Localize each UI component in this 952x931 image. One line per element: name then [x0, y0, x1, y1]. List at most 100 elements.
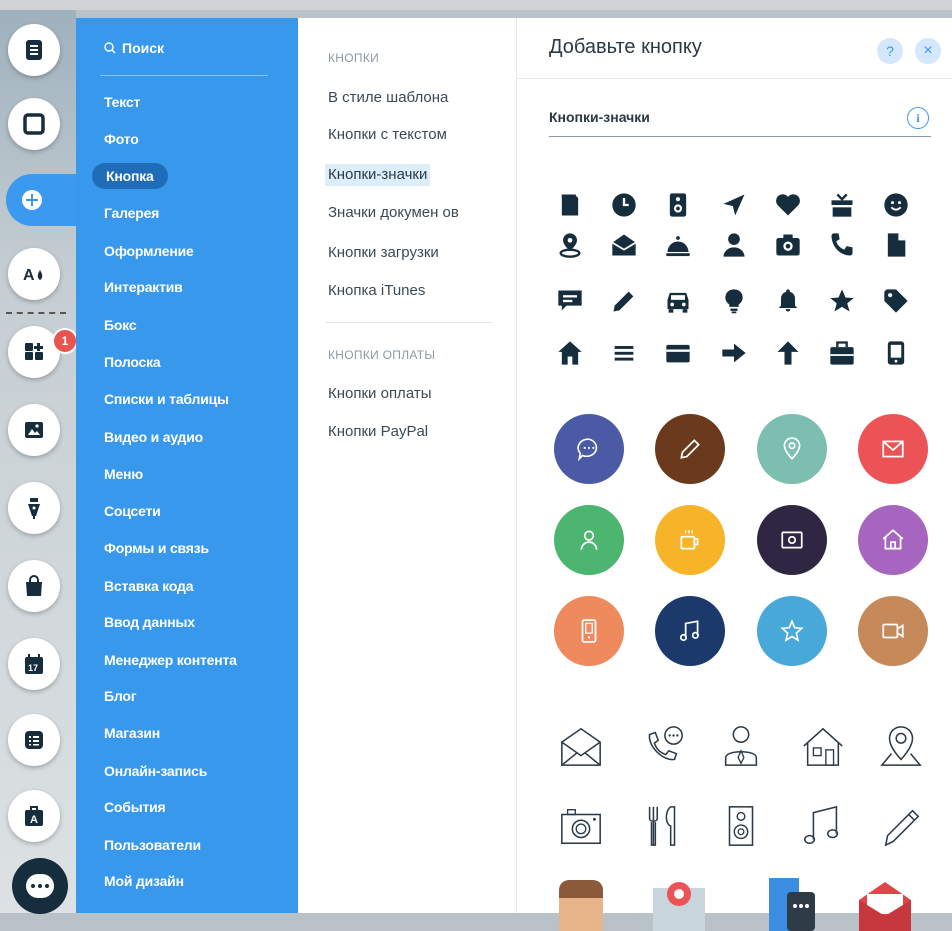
- camera-icon[interactable]: [773, 230, 803, 260]
- category-members[interactable]: Пользователи: [104, 835, 201, 855]
- submenu-item-text-buttons[interactable]: Кнопки с текстом: [328, 125, 447, 145]
- category-my-design[interactable]: Мой дизайн: [104, 871, 184, 891]
- home-icon[interactable]: [555, 338, 585, 368]
- help-button[interactable]: ?: [877, 38, 903, 64]
- cloche-icon[interactable]: [663, 230, 693, 260]
- smiley-icon[interactable]: [881, 190, 911, 220]
- category-events[interactable]: События: [104, 797, 166, 817]
- star-icon[interactable]: [827, 286, 857, 316]
- bell-icon[interactable]: [773, 286, 803, 316]
- mail-image-icon[interactable]: [859, 876, 911, 931]
- circle-chat-button[interactable]: [554, 414, 624, 484]
- lightbulb-icon[interactable]: [719, 286, 749, 316]
- category-button-selected[interactable]: Кнопка: [92, 163, 168, 189]
- apps-button[interactable]: [8, 326, 60, 378]
- submenu-item-icon-buttons[interactable]: Кнопки-значки: [325, 164, 431, 186]
- user-icon[interactable]: [719, 230, 749, 260]
- circle-phone-button[interactable]: [554, 596, 624, 666]
- chat-window-image-icon[interactable]: [763, 876, 815, 931]
- user-tie-icon[interactable]: [715, 720, 767, 772]
- briefcase-icon[interactable]: [827, 338, 857, 368]
- pencil-line-icon[interactable]: [875, 800, 927, 852]
- category-lists[interactable]: Списки и таблицы: [104, 389, 229, 409]
- category-strip[interactable]: Полоска: [104, 352, 161, 372]
- submenu-item-template[interactable]: В стиле шаблона: [328, 88, 448, 108]
- circle-star-button[interactable]: [757, 596, 827, 666]
- clock-icon[interactable]: [609, 190, 639, 220]
- comment-icon[interactable]: [555, 286, 585, 316]
- category-bookings[interactable]: Онлайн-запись: [104, 761, 207, 781]
- submenu-item-download-buttons[interactable]: Кнопки загрузки: [328, 243, 439, 263]
- credit-card-icon[interactable]: [663, 338, 693, 368]
- data-button[interactable]: [8, 714, 60, 766]
- mobile-icon[interactable]: [881, 338, 911, 368]
- market-button[interactable]: A: [8, 790, 60, 842]
- person-image-icon[interactable]: [555, 876, 607, 931]
- music-note-icon[interactable]: [797, 800, 849, 852]
- phone-call-icon[interactable]: [637, 720, 689, 772]
- circle-coffee-button[interactable]: [655, 505, 725, 575]
- circle-mail-button[interactable]: [858, 414, 928, 484]
- category-menu[interactable]: Меню: [104, 464, 143, 484]
- circle-user-button[interactable]: [554, 505, 624, 575]
- close-button[interactable]: ×: [915, 38, 941, 64]
- category-forms[interactable]: Формы и связь: [104, 538, 209, 558]
- category-store[interactable]: Магазин: [104, 723, 160, 743]
- bookings-button[interactable]: 17: [8, 638, 60, 690]
- pages-menu-button[interactable]: [8, 24, 60, 76]
- envelope-icon[interactable]: [555, 720, 607, 772]
- chat-button[interactable]: [12, 858, 68, 914]
- camera-line-icon[interactable]: [555, 800, 607, 852]
- tag-icon[interactable]: [881, 286, 911, 316]
- file-icon[interactable]: [881, 230, 911, 260]
- document-icon[interactable]: [555, 190, 585, 220]
- circle-pencil-button[interactable]: [655, 414, 725, 484]
- info-icon[interactable]: i: [907, 107, 929, 129]
- arrow-up-icon[interactable]: [773, 338, 803, 368]
- house-icon[interactable]: [797, 720, 849, 772]
- category-video[interactable]: Видео и аудио: [104, 427, 203, 447]
- phone-icon[interactable]: [827, 230, 857, 260]
- category-cms[interactable]: Менеджер контента: [104, 650, 237, 670]
- add-button[interactable]: [6, 174, 76, 226]
- gift-icon[interactable]: [827, 190, 857, 220]
- circle-location-button[interactable]: [757, 414, 827, 484]
- category-box[interactable]: Бокс: [104, 315, 137, 335]
- category-gallery[interactable]: Галерея: [104, 203, 159, 223]
- heart-icon[interactable]: [773, 190, 803, 220]
- category-photo[interactable]: Фото: [104, 129, 139, 149]
- location-pin-icon[interactable]: [555, 230, 585, 260]
- submenu-item-itunes[interactable]: Кнопка iTunes: [328, 281, 425, 301]
- search-field[interactable]: Поиск: [104, 40, 164, 56]
- category-text[interactable]: Текст: [104, 92, 140, 112]
- submenu-item-paypal[interactable]: Кнопки PayPal: [328, 422, 428, 442]
- category-embed[interactable]: Вставка кода: [104, 576, 193, 596]
- car-icon[interactable]: [663, 286, 693, 316]
- background-button[interactable]: [8, 98, 60, 150]
- submenu-item-payment[interactable]: Кнопки оплаты: [328, 384, 431, 404]
- design-button[interactable]: A: [8, 248, 60, 300]
- pencil-icon[interactable]: [609, 286, 639, 316]
- circle-photo-button[interactable]: [757, 505, 827, 575]
- envelope-open-icon[interactable]: [609, 230, 639, 260]
- speaker-line-icon[interactable]: [715, 800, 767, 852]
- cutlery-icon[interactable]: [637, 800, 689, 852]
- circle-home-button[interactable]: [858, 505, 928, 575]
- category-blog[interactable]: Блог: [104, 686, 137, 706]
- media-button[interactable]: [8, 404, 60, 456]
- category-decor[interactable]: Оформление: [104, 241, 194, 261]
- send-icon[interactable]: [719, 190, 749, 220]
- menu-icon[interactable]: [609, 338, 639, 368]
- arrow-right-icon[interactable]: [719, 338, 749, 368]
- category-input[interactable]: Ввод данных: [104, 612, 195, 632]
- map-pin-icon[interactable]: [875, 720, 927, 772]
- category-social[interactable]: Соцсети: [104, 501, 161, 521]
- submenu-item-document-icons[interactable]: Значки докумен ов: [328, 203, 459, 223]
- circle-video-button[interactable]: [858, 596, 928, 666]
- circle-music-button[interactable]: [655, 596, 725, 666]
- store-button[interactable]: [8, 560, 60, 612]
- blog-button[interactable]: [8, 482, 60, 534]
- speaker-icon[interactable]: [663, 190, 693, 220]
- map-image-icon[interactable]: [653, 876, 705, 931]
- category-interactive[interactable]: Интерактив: [104, 277, 183, 297]
